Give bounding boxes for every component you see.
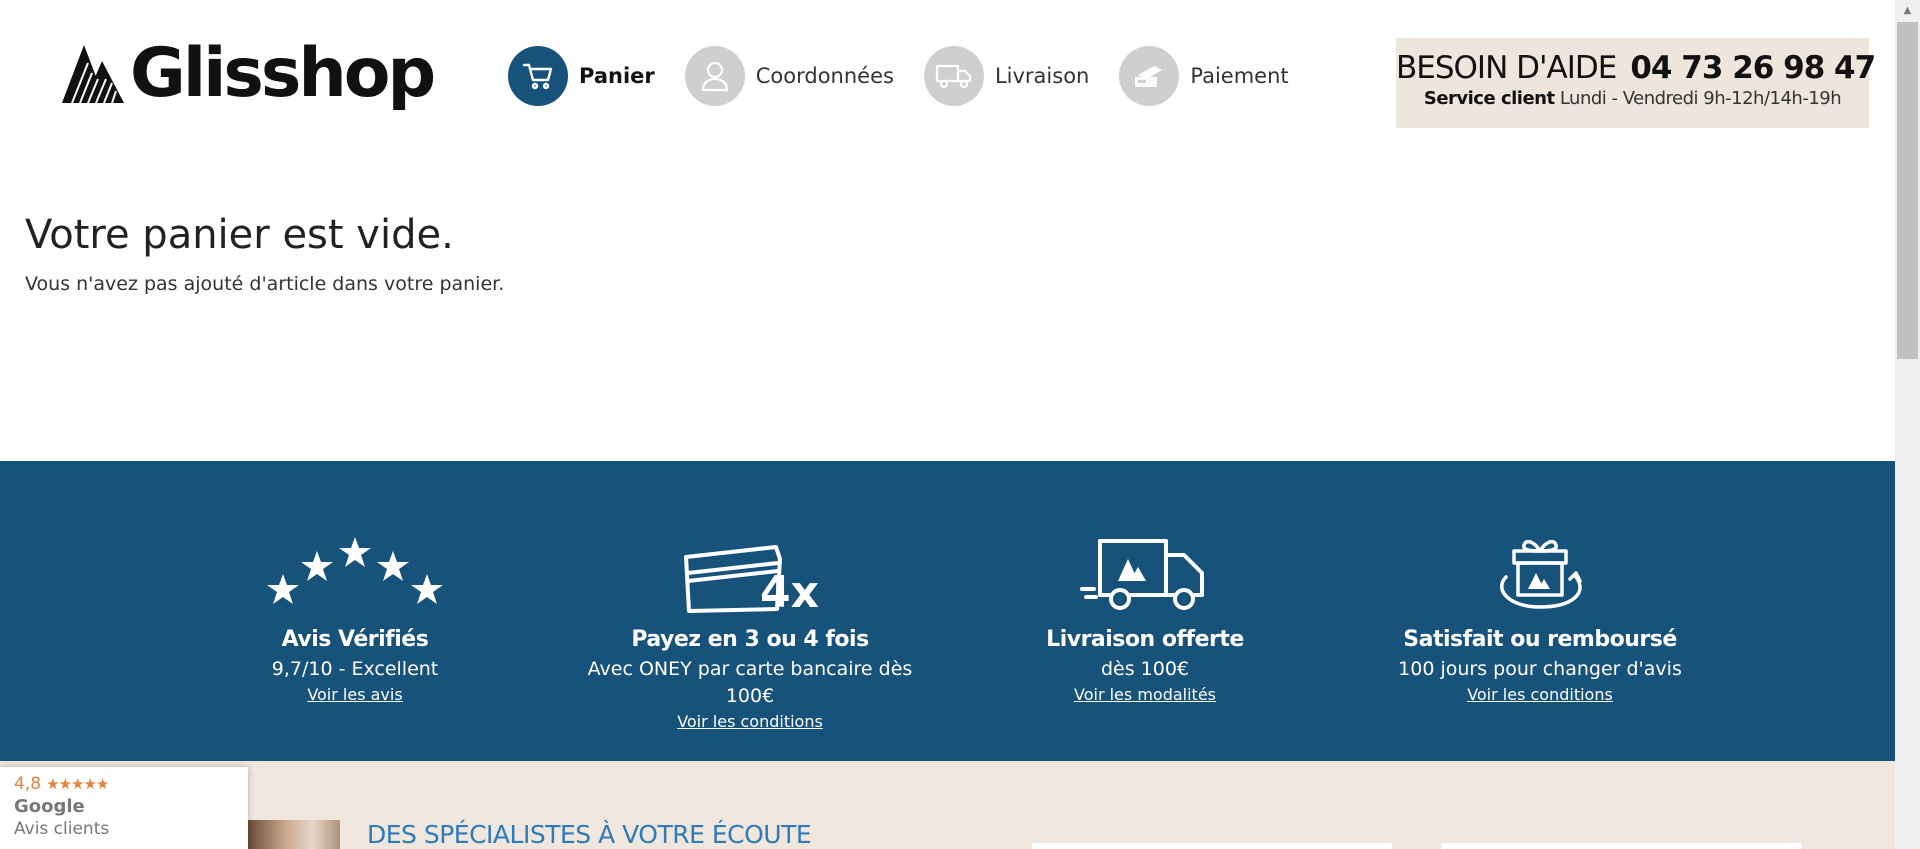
empty-cart-title: Votre panier est vide. <box>25 212 454 258</box>
help-hours-line: Service client Lundi - Vendredi 9h-12h/1… <box>1396 88 1869 109</box>
feature-title: Livraison offerte <box>1046 627 1244 652</box>
google-brand: Google <box>14 796 85 817</box>
card-icon <box>1119 46 1180 106</box>
voir-les-avis-link[interactable]: Voir les avis <box>307 685 402 704</box>
feature-remboursement: Satisfait ou remboursé 100 jours pour ch… <box>1370 503 1710 704</box>
card-4x-icon: 4x <box>580 503 920 613</box>
feature-desc: 9,7/10 - Excellent <box>271 658 439 680</box>
delivery-truck-icon <box>975 503 1315 613</box>
feature-avis: Avis Vérifiés 9,7/10 - Excellent Voir le… <box>185 503 525 704</box>
step-livraison[interactable]: Livraison <box>923 46 1090 106</box>
google-reviews-badge[interactable]: 4,8 ★★★★★ Google Avis clients <box>0 767 248 849</box>
feature-desc: Avec ONEY par carte bancaire dès 100€ <box>587 658 913 707</box>
truck-icon <box>923 46 984 106</box>
help-title: BESOIN D'AIDE <box>1396 50 1617 86</box>
stars-icon <box>185 503 525 613</box>
glisshop-logo[interactable]: Glisshop <box>58 34 436 113</box>
step-panier[interactable]: Panier <box>508 46 655 106</box>
feature-title: Satisfait ou remboursé <box>1403 627 1677 652</box>
feature-desc: dès 100€ <box>1100 658 1190 680</box>
step-label: Paiement <box>1190 64 1289 88</box>
checkout-steps: Panier Coordonnées Livraison Paiement <box>508 46 1319 106</box>
voir-les-conditions-paiement-link[interactable]: Voir les conditions <box>677 712 823 731</box>
google-rating: 4,8 <box>14 774 42 794</box>
specialists-title: DES SPÉCIALISTES À VOTRE ÉCOUTE <box>367 820 812 849</box>
page-scrollbar[interactable]: ▲ <box>1895 0 1920 849</box>
feature-paiement: 4x Payez en 3 ou 4 fois Avec ONEY par ca… <box>580 503 920 731</box>
contact-card <box>1032 843 1392 849</box>
header: Glisshop Panier Coordonnées Livraison Pa… <box>0 0 1895 150</box>
specialist-photo <box>248 820 340 849</box>
svg-text:4x: 4x <box>760 567 819 613</box>
gift-return-icon <box>1370 503 1710 613</box>
feature-desc: 100 jours pour changer d'avis <box>1398 658 1682 680</box>
star-rating-icon: ★★★★★ <box>46 775 109 793</box>
voir-les-modalites-link[interactable]: Voir les modalités <box>1074 685 1216 704</box>
contact-card <box>1441 843 1801 849</box>
voir-les-conditions-remboursement-link[interactable]: Voir les conditions <box>1467 685 1613 704</box>
step-coordonnees[interactable]: Coordonnées <box>684 46 894 106</box>
help-box: BESOIN D'AIDE 04 73 26 98 47 Service clie… <box>1396 38 1876 128</box>
cart-icon <box>508 46 568 106</box>
specialists-section: DES SPÉCIALISTES À VOTRE ÉCOUTE <box>0 761 1895 849</box>
step-label: Panier <box>579 64 655 88</box>
service-label: Service client <box>1423 88 1555 109</box>
google-label: Avis clients <box>14 819 110 839</box>
google-rating-line: 4,8 ★★★★★ <box>14 774 234 794</box>
scroll-thumb[interactable] <box>1897 22 1918 359</box>
scroll-up-icon[interactable]: ▲ <box>1895 0 1920 20</box>
reassurance-band: Avis Vérifiés 9,7/10 - Excellent Voir le… <box>0 461 1895 761</box>
feature-title: Payez en 3 ou 4 fois <box>631 627 869 652</box>
service-hours: Lundi - Vendredi 9h-12h/14h-19h <box>1559 88 1842 109</box>
empty-cart-message: Vous n'avez pas ajouté d'article dans vo… <box>25 273 505 295</box>
feature-livraison: Livraison offerte dès 100€ Voir les moda… <box>975 503 1315 704</box>
mountain-logo-icon <box>62 45 124 104</box>
logo-wordmark: Glisshop <box>130 34 436 113</box>
help-heading: BESOIN D'AIDE 04 73 26 98 47 <box>1396 50 1876 86</box>
feature-title: Avis Vérifiés <box>281 627 429 652</box>
help-phone[interactable]: 04 73 26 98 47 <box>1630 50 1876 86</box>
step-paiement[interactable]: Paiement <box>1119 46 1289 106</box>
step-label: Coordonnées <box>755 64 894 88</box>
user-icon <box>684 46 745 106</box>
step-label: Livraison <box>994 64 1090 88</box>
